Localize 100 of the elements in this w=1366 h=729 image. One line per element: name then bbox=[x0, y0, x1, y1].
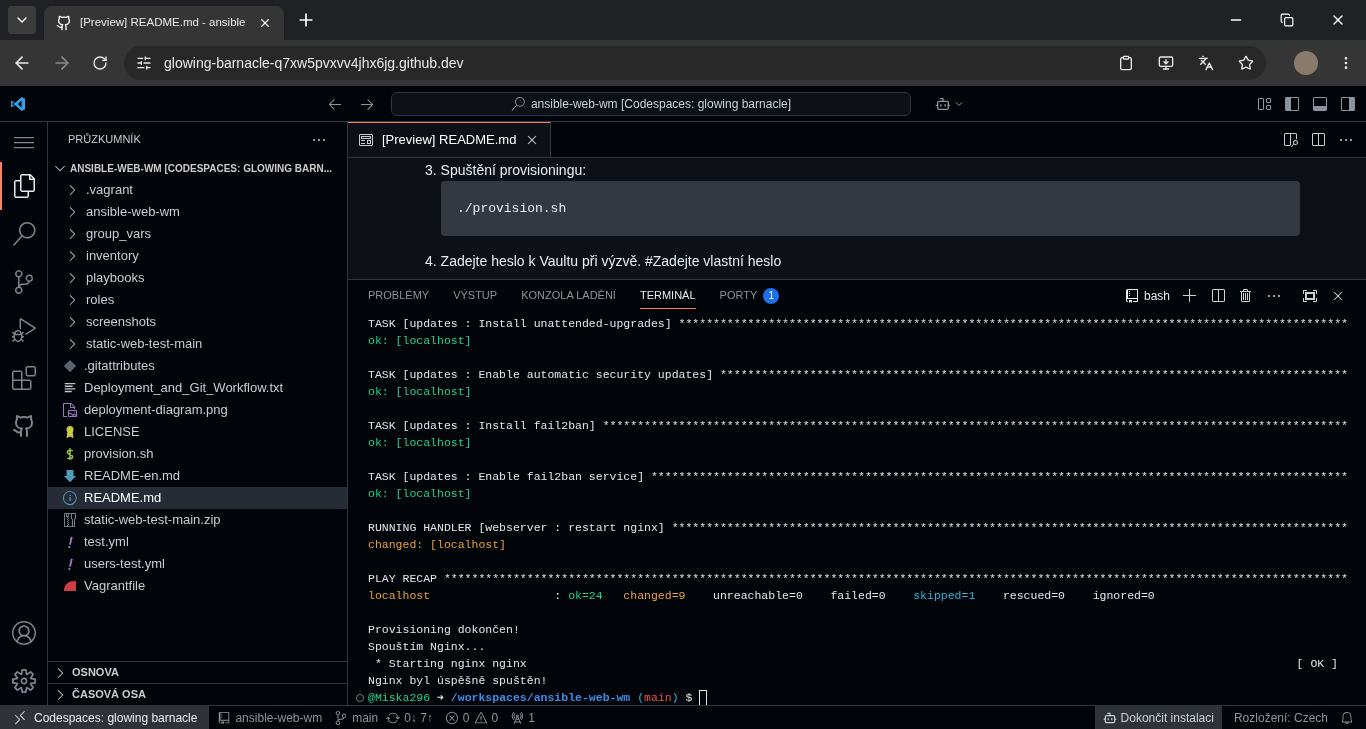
text-lines-icon bbox=[63, 381, 77, 395]
editor-tab[interactable]: [Preview] README.md bbox=[348, 122, 552, 157]
file-tree-item[interactable]: static-web-test-main.zip bbox=[48, 509, 347, 531]
panel-tab[interactable]: KONZOLA LADĚNÍ bbox=[521, 283, 616, 309]
terminal-line: changed: [localhost] bbox=[368, 537, 507, 553]
file-tree-item[interactable]: deployment-diagram.png bbox=[48, 399, 347, 421]
robot-icon bbox=[935, 95, 951, 112]
profile-avatar[interactable] bbox=[1294, 51, 1318, 75]
diamond-icon bbox=[63, 359, 77, 373]
search-icon[interactable] bbox=[11, 222, 36, 246]
file-tree-item[interactable]: LICENSE bbox=[48, 421, 347, 443]
add-icon[interactable] bbox=[1182, 288, 1198, 304]
file-tree-item[interactable]: .gitattributes bbox=[48, 355, 347, 377]
terminal-line: PLAY RECAP *********************************************************************************************************************************** bbox=[368, 571, 1348, 587]
file-tree-item[interactable]: README.md bbox=[48, 487, 347, 509]
panel-tab[interactable]: PORTY 1 bbox=[719, 283, 780, 309]
antenna-icon bbox=[510, 710, 525, 725]
file-tree-item[interactable]: Vagrantfile bbox=[48, 575, 347, 597]
info-icon bbox=[62, 490, 78, 506]
file-tree-item[interactable]: inventory bbox=[48, 245, 347, 267]
remote-icon bbox=[12, 709, 28, 726]
browser-tab[interactable]: [Preview] README.md - ansible bbox=[44, 6, 284, 40]
panel-tab[interactable]: VÝSTUP bbox=[453, 283, 498, 309]
panel-tab[interactable]: TERMINÁL bbox=[639, 283, 696, 309]
split-editor-icon[interactable] bbox=[1310, 131, 1326, 148]
settings-icon[interactable] bbox=[11, 669, 36, 693]
tab-search-button[interactable] bbox=[8, 6, 36, 34]
file-tree-item[interactable]: roles bbox=[48, 289, 347, 311]
terminal-text: failed=0 bbox=[830, 588, 886, 604]
terminal-text: ignored=0 bbox=[1092, 588, 1155, 604]
reload-icon[interactable] bbox=[92, 55, 108, 71]
terminal-text: changed=9 bbox=[623, 588, 686, 604]
panel-tab[interactable]: PROBLÉMY bbox=[368, 283, 430, 309]
file-tree-item[interactable]: Deployment_and_Git_Workflow.txt bbox=[48, 377, 347, 399]
install-icon[interactable] bbox=[1158, 55, 1174, 71]
prompt-text: $ bbox=[685, 690, 693, 705]
file-tree-item[interactable]: playbooks bbox=[48, 267, 347, 289]
terminal-text: localhost bbox=[368, 588, 432, 604]
account-icon[interactable] bbox=[11, 621, 36, 645]
file-tree-item[interactable]: test.yml bbox=[48, 531, 347, 553]
extensions-icon[interactable] bbox=[11, 366, 36, 390]
install-item[interactable]: Dokončit instalaci bbox=[1094, 706, 1222, 729]
explorer-icon[interactable] bbox=[12, 174, 37, 198]
repo-icon bbox=[217, 710, 232, 725]
sidebar-title: PRŮZKUMNÍK bbox=[68, 132, 141, 148]
terminal-line: TASK [updates : Enable automatic security updates] ******************************************************************************************* bbox=[368, 367, 1348, 383]
terminal-text: : bbox=[554, 588, 562, 604]
terminal-line: Provisioning dokončen! bbox=[368, 622, 520, 638]
copilot-button[interactable] bbox=[935, 95, 965, 112]
split-icon[interactable] bbox=[1210, 288, 1226, 304]
terminal-text: unreachable=0 bbox=[713, 588, 803, 604]
file-tree-item[interactable]: users-test.yml bbox=[48, 553, 347, 575]
translate-icon[interactable] bbox=[1198, 55, 1214, 71]
workspace-header[interactable]: ANSIBLE-WEB-WM [CODESPACES: GLOWING BARN... bbox=[48, 157, 347, 179]
terminal-line: ok: [localhost] bbox=[368, 435, 472, 451]
archive-icon bbox=[62, 512, 78, 528]
branch-item[interactable]: main bbox=[330, 708, 383, 727]
notification-icon[interactable] bbox=[1340, 710, 1354, 725]
file-tree-item[interactable]: ansible-web-wm bbox=[48, 201, 347, 223]
robot-icon bbox=[1102, 710, 1117, 725]
github-icon bbox=[56, 15, 72, 31]
bookmark-icon[interactable] bbox=[1238, 55, 1254, 71]
repo-item[interactable]: ansible-web-wm bbox=[209, 708, 331, 727]
sync-item[interactable]: 0↓ 7↑ bbox=[382, 708, 437, 727]
file-tree-item[interactable]: static-web-test-main bbox=[48, 333, 347, 355]
restore-icon[interactable] bbox=[1280, 13, 1294, 27]
layout-icon[interactable] bbox=[1256, 95, 1272, 112]
run-debug-icon[interactable] bbox=[11, 318, 36, 342]
terminal-picker[interactable]: bash bbox=[1123, 287, 1170, 305]
down-arrow-icon bbox=[63, 469, 77, 483]
ports-item[interactable]: 1 bbox=[506, 708, 539, 727]
tab-title: [Preview] README.md - ansible bbox=[80, 15, 247, 31]
panel-toggle-icon[interactable] bbox=[1312, 95, 1328, 112]
prompt-text: @Miska296 bbox=[368, 690, 431, 705]
terminal-line: ok: [localhost] bbox=[368, 333, 472, 349]
file-tree-item[interactable]: README-en.md bbox=[48, 465, 347, 487]
file-tree-item[interactable]: .vagrant bbox=[48, 179, 347, 201]
clipboard-icon[interactable] bbox=[1118, 55, 1134, 71]
url-text: glowing-barnacle-q7xw5pvxvv4jhx6jg.github.dev bbox=[164, 53, 464, 73]
errors-item[interactable]: 0 bbox=[444, 708, 470, 727]
secondary-sidebar-icon[interactable] bbox=[1340, 95, 1356, 112]
terminal-line: ok: [localhost] bbox=[368, 486, 472, 502]
terminal-line: TASK [updates : Enable fail2ban service] ***************************************************************************************************** bbox=[368, 469, 1348, 485]
command-center[interactable]: ansible-web-wm [Codespaces: glowing barnacle] bbox=[391, 91, 911, 116]
remote-indicator[interactable]: Codespaces: glowing barnacle bbox=[0, 706, 210, 729]
keyboard-layout-item[interactable]: Rozložení: Czech bbox=[1221, 708, 1340, 727]
section-header[interactable]: OSNOVA bbox=[48, 661, 347, 683]
address-bar[interactable]: glowing-barnacle-q7xw5pvxvv4jhx6jg.github.dev bbox=[124, 46, 1266, 80]
file-tree-item[interactable]: group_vars bbox=[48, 223, 347, 245]
file-tree-item[interactable]: provision.sh bbox=[48, 443, 347, 465]
maximize-icon[interactable] bbox=[1302, 288, 1318, 304]
warnings-item[interactable]: 0 bbox=[473, 708, 499, 727]
trash-icon[interactable] bbox=[1238, 288, 1254, 304]
open-source-icon[interactable] bbox=[1282, 131, 1298, 148]
code-block: ./provision.sh bbox=[441, 181, 1300, 236]
terminal-text: skipped=1 bbox=[913, 588, 976, 604]
close-icon[interactable] bbox=[258, 16, 272, 30]
sidebar-toggle-icon[interactable] bbox=[1284, 95, 1300, 112]
github-icon[interactable] bbox=[11, 414, 36, 438]
file-tree-item[interactable]: screenshots bbox=[48, 311, 347, 333]
